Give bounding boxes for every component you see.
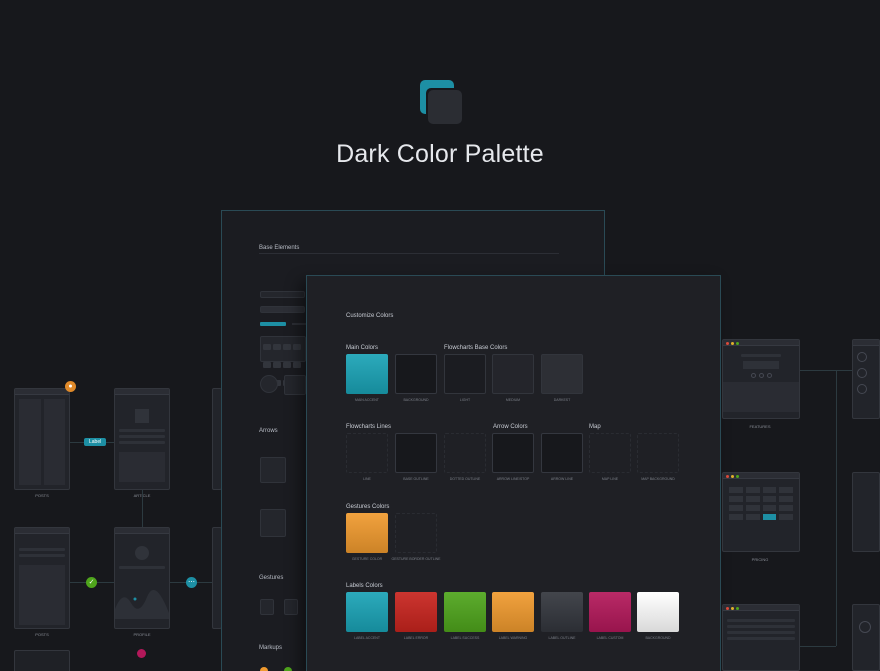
section-base-elements: Base Elements <box>259 245 300 251</box>
mini-card <box>284 375 306 395</box>
wireframe-features <box>722 339 800 419</box>
group-main-colors: Main Colors <box>346 345 379 351</box>
wireframe-pricing <box>722 472 800 552</box>
mini-button <box>260 306 305 313</box>
connector-line <box>142 490 143 527</box>
color-swatch[interactable] <box>395 354 437 394</box>
color-swatch[interactable] <box>346 513 388 553</box>
markup-dot-icon <box>260 667 268 671</box>
color-swatch[interactable] <box>346 433 388 473</box>
label-chip: Label <box>84 438 107 446</box>
lock-badge-icon: ● <box>65 381 76 392</box>
group-gestures-colors: Gestures Colors <box>346 504 390 510</box>
wireframe-settings <box>852 339 880 419</box>
color-swatch[interactable] <box>395 433 437 473</box>
connector-line <box>800 370 836 371</box>
wireframe-partial-right <box>852 472 880 552</box>
group-map: Map <box>589 424 601 430</box>
group-arrow-colors: Arrow Colors <box>493 424 528 430</box>
caption-posts-1: POSTS <box>35 493 49 498</box>
mini-track <box>292 323 306 325</box>
wireframe-partial-right <box>852 604 880 671</box>
color-swatch[interactable] <box>492 354 534 394</box>
caption-features: FEATURES <box>749 424 771 429</box>
mini-dial <box>260 375 278 393</box>
color-swatch[interactable] <box>637 433 679 473</box>
group-labels-colors: Labels Colors <box>346 583 383 589</box>
color-swatch[interactable] <box>444 433 486 473</box>
mini-keyboard <box>260 336 306 386</box>
markup-dot-icon <box>284 667 292 671</box>
profile-graph <box>115 589 169 619</box>
caption-pricing: PRICING <box>751 557 769 562</box>
divider <box>259 253 559 254</box>
connector-line <box>800 646 836 647</box>
wireframe-list <box>722 604 800 671</box>
mini-arrow-list <box>260 509 286 537</box>
artboard-customize-colors: Customize Colors Main Colors Flowcharts … <box>306 275 721 671</box>
mini-gesture <box>260 599 274 615</box>
wireframe-profile <box>114 527 170 629</box>
caption-profile: PROFILE <box>133 632 151 637</box>
connector-line <box>836 370 852 371</box>
swatch-caption: MAP BACKGROUND <box>641 477 675 481</box>
group-flowcharts-lines: Flowcharts Lines <box>346 424 392 430</box>
group-flowcharts-base-colors: Flowcharts Base Colors <box>444 345 508 351</box>
mini-progress <box>260 322 286 326</box>
color-swatch[interactable] <box>395 592 437 632</box>
section-arrows: Arrows <box>259 428 278 434</box>
wireframe-comment <box>14 650 70 671</box>
swatch-caption: DARKEST <box>553 398 571 402</box>
color-swatch[interactable] <box>395 513 437 553</box>
wireframe-posts-1 <box>14 388 70 490</box>
customize-colors-title: Customize Colors <box>346 313 394 319</box>
record-badge-icon <box>137 649 146 658</box>
logo-front-square <box>428 90 462 124</box>
page-title: Dark Color Palette <box>336 140 544 168</box>
app-logo <box>420 80 464 126</box>
wireframe-posts-2 <box>14 527 70 629</box>
check-badge-icon: ✓ <box>86 577 97 588</box>
color-swatch[interactable] <box>444 592 486 632</box>
color-swatch[interactable] <box>637 592 679 632</box>
caption-posts-2: POSTS <box>35 632 49 637</box>
color-swatch[interactable] <box>589 592 631 632</box>
swatch-caption: BACKGROUND <box>645 636 671 640</box>
color-swatch[interactable] <box>492 433 534 473</box>
color-swatch[interactable] <box>541 592 583 632</box>
section-gestures: Gestures <box>259 575 284 581</box>
color-swatch[interactable] <box>589 433 631 473</box>
color-swatch[interactable] <box>346 354 388 394</box>
color-swatch[interactable] <box>541 354 583 394</box>
color-swatch[interactable] <box>444 354 486 394</box>
wireframe-article <box>114 388 170 490</box>
color-swatch[interactable] <box>346 592 388 632</box>
more-badge-icon: ⋯ <box>186 577 197 588</box>
swatch-caption: GESTURE BORDER OUTLINE <box>391 557 441 561</box>
mini-arrow-list <box>260 457 286 483</box>
color-swatch[interactable] <box>541 433 583 473</box>
connector-line <box>836 370 837 646</box>
mini-input <box>260 291 305 298</box>
section-markups: Markups <box>259 645 283 651</box>
color-swatch[interactable] <box>492 592 534 632</box>
mini-gesture <box>284 599 298 615</box>
